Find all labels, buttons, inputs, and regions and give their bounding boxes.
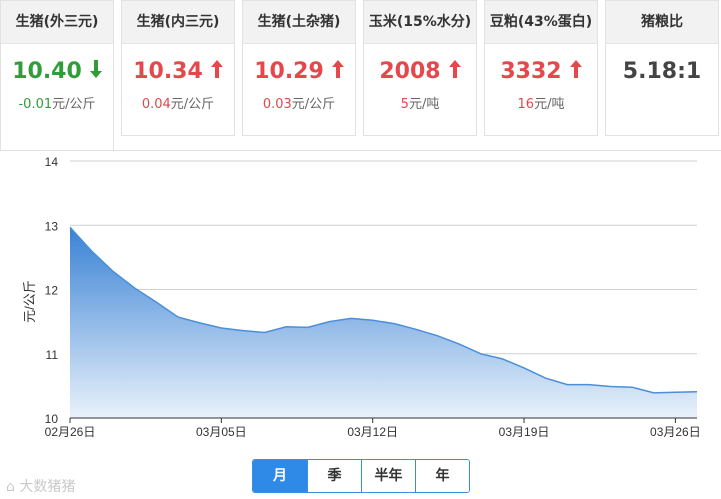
price-cards: 生猪(外三元) 10.40 -0.01元/公斤 生猪(内三元) 10.34 0.… — [0, 0, 721, 150]
card-change: -0.01元/公斤 — [18, 97, 96, 112]
arrow-down-icon — [89, 58, 102, 86]
tab-month[interactable]: 月 — [253, 460, 307, 492]
tab-half-year[interactable]: 半年 — [361, 460, 415, 492]
y-tick-label: 12 — [45, 284, 59, 298]
x-tick-label: 03月05日 — [196, 425, 247, 439]
tab-year[interactable]: 年 — [415, 460, 469, 492]
watermark-logo: ⌂ 大数猪猪 — [6, 479, 76, 495]
card-corn[interactable]: 玉米(15%水分) 2008 5元/吨 — [363, 0, 477, 136]
period-tabs: 月 季 半年 年 — [252, 459, 470, 493]
y-axis-label: 元/公斤 — [22, 280, 37, 323]
card-pig-tuzazhu[interactable]: 生猪(土杂猪) 10.29 0.03元/公斤 — [242, 0, 356, 136]
x-tick-label: 03月12日 — [347, 425, 398, 439]
card-price: 2008 — [364, 58, 476, 86]
chart-svg: 10 11 12 13 14 02月26日 03月05日 03月12日 03月19日 03月26日… — [22, 155, 701, 439]
x-tick-label: 03月26日 — [650, 425, 701, 439]
card-price: 10.40 — [1, 58, 113, 86]
card-title: 豆粕(43%蛋白) — [485, 1, 597, 44]
card-price: 3332 — [485, 58, 597, 86]
card-price: 5.18:1 — [622, 59, 702, 84]
card-price: 10.29 — [243, 58, 355, 86]
card-pig-grain-ratio[interactable]: 猪粮比 5.18:1 — [605, 0, 719, 136]
arrow-up-icon — [569, 58, 582, 86]
price-chart: 10 11 12 13 14 02月26日 03月05日 03月12日 03月19日 03月26日… — [0, 150, 721, 450]
card-soybean-meal[interactable]: 豆粕(43%蛋白) 3332 16元/吨 — [484, 0, 598, 136]
card-title: 生猪(外三元) — [1, 1, 113, 44]
y-tick-label: 13 — [45, 219, 59, 233]
x-tick-label: 03月19日 — [499, 425, 550, 439]
y-tick-label: 10 — [45, 412, 59, 426]
card-change: 16元/吨 — [517, 97, 565, 112]
tab-quarter[interactable]: 季 — [307, 460, 361, 492]
card-change: 5元/吨 — [400, 97, 440, 112]
card-change: 0.03元/公斤 — [262, 97, 336, 112]
card-pig-waisanyuan[interactable]: 生猪(外三元) 10.40 -0.01元/公斤 — [0, 0, 114, 150]
arrow-up-icon — [210, 58, 223, 86]
card-title: 猪粮比 — [606, 1, 718, 44]
card-title: 生猪(内三元) — [122, 1, 234, 44]
arrow-up-icon — [331, 58, 344, 86]
card-title: 玉米(15%水分) — [364, 1, 476, 44]
x-tick-label: 02月26日 — [45, 425, 96, 439]
card-title: 生猪(土杂猪) — [243, 1, 355, 44]
card-change: 0.04元/公斤 — [141, 97, 215, 112]
card-pig-neisanyuan[interactable]: 生猪(内三元) 10.34 0.04元/公斤 — [121, 0, 235, 136]
y-tick-label: 11 — [46, 348, 59, 362]
card-price: 10.34 — [122, 58, 234, 86]
arrow-up-icon — [448, 58, 461, 86]
y-tick-label: 14 — [45, 155, 59, 169]
